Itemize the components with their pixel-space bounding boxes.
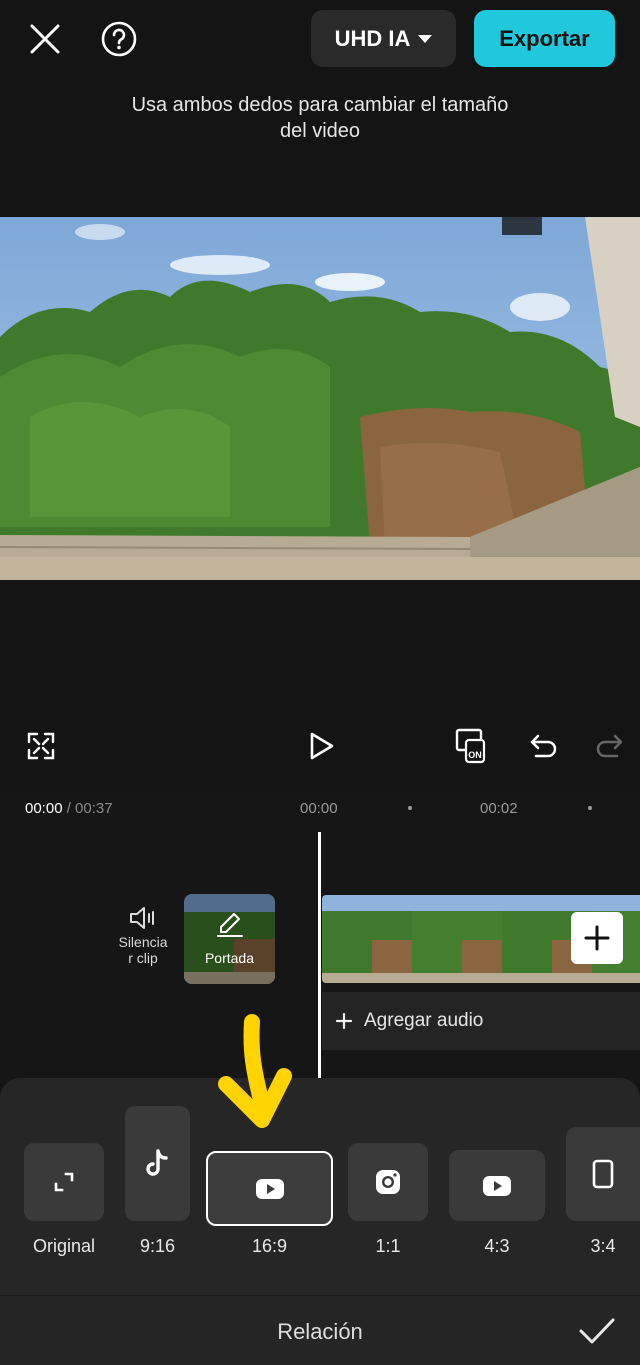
ratio-16-9-label: 16:9: [251, 1236, 288, 1256]
ratio-3-4-label: 3:4: [590, 1236, 616, 1256]
ratio-original-button[interactable]: [24, 1143, 104, 1221]
ruler-tick: 00:00: [300, 800, 338, 817]
svg-text:ON: ON: [468, 750, 482, 760]
phone-icon: [592, 1159, 614, 1189]
cover-label: Portada: [204, 950, 255, 966]
cover-button[interactable]: Portada: [184, 894, 275, 984]
ratio-9-16-label: 9:16: [139, 1236, 176, 1256]
mute-clip-label-line1: Silencia: [118, 934, 168, 950]
speaker-icon: [130, 907, 154, 929]
instagram-icon: [376, 1170, 400, 1194]
youtube-icon: [255, 1178, 284, 1199]
undo-icon[interactable]: [525, 727, 563, 765]
plus-icon: [336, 1013, 352, 1029]
ruler-dot: [588, 806, 592, 810]
video-preview[interactable]: [0, 217, 640, 580]
playhead[interactable]: [318, 832, 321, 1080]
pencil-icon: [217, 913, 243, 937]
ratio-16-9-button[interactable]: [206, 1151, 333, 1226]
current-time: 00:00: [25, 800, 63, 817]
add-audio-label: Agregar audio: [364, 1010, 484, 1031]
expand-icon: [54, 1172, 74, 1192]
youtube-icon: [483, 1175, 511, 1196]
help-icon[interactable]: [96, 16, 142, 62]
plus-icon: [584, 925, 610, 951]
redo-icon: [590, 727, 628, 765]
ruler-tick: 00:02: [480, 800, 518, 817]
mute-clip-button[interactable]: Silencia r clip: [112, 905, 174, 966]
add-clip-button[interactable]: [571, 912, 623, 964]
video-frame-image: [0, 217, 640, 580]
annotation-arrow: [218, 1014, 292, 1128]
export-button[interactable]: Exportar: [474, 10, 615, 67]
footer-title: Relación: [277, 1319, 363, 1344]
quality-dropdown[interactable]: UHD IA: [311, 10, 456, 67]
ratio-1-1-button[interactable]: [348, 1143, 428, 1221]
check-icon[interactable]: [575, 1311, 619, 1351]
play-icon[interactable]: [301, 727, 341, 765]
quality-label: UHD IA: [334, 25, 411, 51]
close-icon[interactable]: [22, 16, 68, 62]
ratio-original-label: Original: [32, 1236, 96, 1256]
ratio-1-1-label: 1:1: [375, 1236, 401, 1256]
ruler-dot: [408, 806, 412, 810]
total-time: / 00:37: [66, 800, 113, 817]
screen-on-icon[interactable]: ON: [452, 724, 498, 768]
resize-hint: Usa ambos dedos para cambiar el tamaño d…: [131, 94, 509, 142]
tiktok-icon: [145, 1148, 168, 1176]
ratio-3-4-button[interactable]: [566, 1127, 640, 1221]
mute-clip-label-line2: r clip: [128, 950, 158, 966]
top-bar: UHD IA Exportar: [0, 0, 640, 80]
add-audio-button[interactable]: Agregar audio: [322, 992, 640, 1050]
ratio-9-16-button[interactable]: [125, 1106, 190, 1221]
ratio-4-3-button[interactable]: [449, 1150, 545, 1221]
time-readout: 00:00 / 00:37: [25, 800, 113, 817]
fullscreen-icon[interactable]: [22, 727, 60, 765]
ratio-4-3-label: 4:3: [484, 1236, 510, 1256]
caret-down-icon: [418, 34, 433, 43]
